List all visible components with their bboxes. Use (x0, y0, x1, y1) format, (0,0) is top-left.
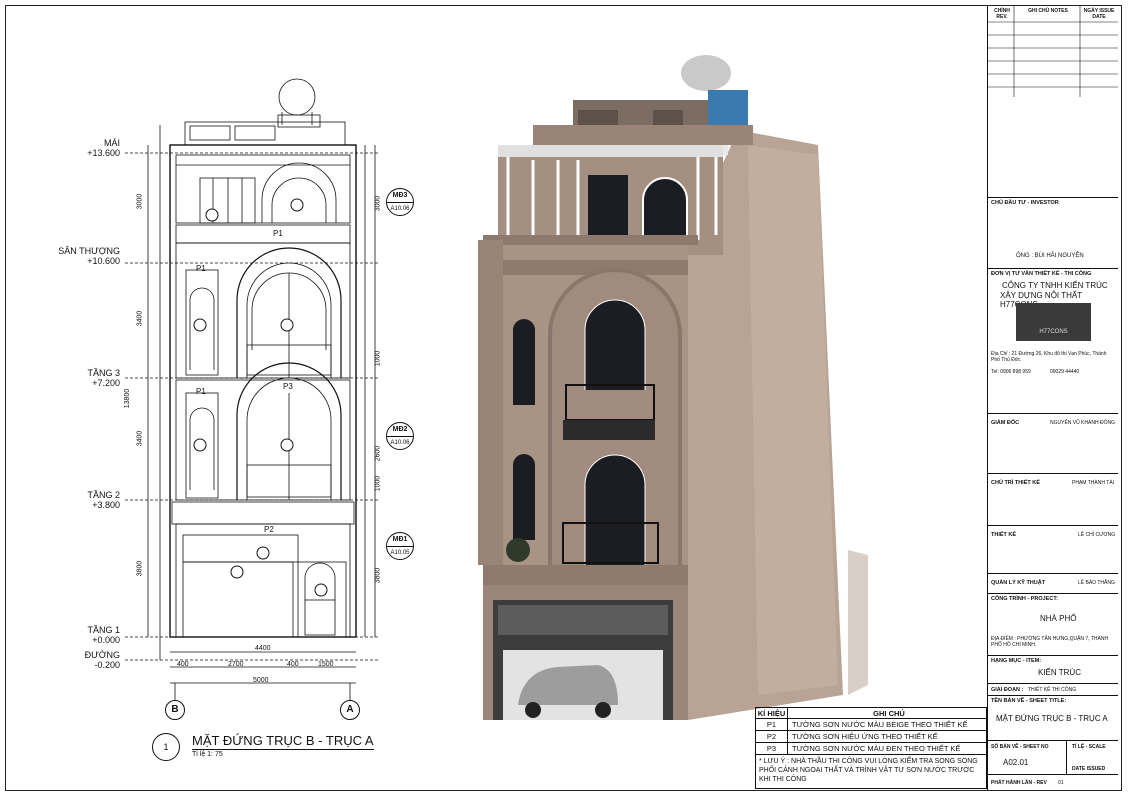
drawing-title: 1 MẶT ĐỨNG TRỤC B - TRỤC A Tỉ lệ 1: 75 (152, 731, 432, 771)
dim-text: 400 (177, 661, 189, 668)
level-label: SÂN THƯỢNG +10.600 (58, 246, 120, 266)
paint-label: P1 (196, 387, 206, 396)
detail-tag: MĐ2 A10.06 (386, 422, 414, 450)
sheet-no-section: SỐ BẢN VẼ - SHEET NO TỈ LỆ - SCALE A02.0… (988, 740, 1118, 775)
investor-section: CHỦ ĐẦU TƯ - INVESTOR ÔNG : BÙI HẢI NGUY… (988, 197, 1118, 261)
paint-label: P2 (264, 525, 274, 534)
legend-note: * LƯU Ý : NHÀ THẦU THI CÔNG VUI LÒNG KIỂ… (759, 758, 978, 783)
facade-render (478, 55, 868, 720)
title-block: CHỈNH REV. GHI CHÚ NOTES NGÀY ISSUE DATE… (987, 5, 1118, 791)
project-section: CÔNG TRÌNH - PROJECT: NHÀ PHỐ ĐỊA ĐIỂM :… (988, 593, 1118, 653)
dim-text: 400 (287, 661, 299, 668)
design-section: THIẾT KẾ LÊ CHÍ CƯƠNG (988, 525, 1118, 573)
designer-section: ĐƠN VỊ TƯ VẤN THIẾT KẾ - THI CÔNG CÔNG T… (988, 268, 1118, 408)
elevation-drawing (125, 78, 380, 700)
dim-text: 3000 (374, 195, 382, 212)
notes-header: GHI CHÚ NOTES (1028, 8, 1068, 14)
phase-section: GIAI ĐOẠN : THIẾT KẾ THI CÔNG (988, 683, 1118, 695)
lead-section: CHỦ TRÌ THIẾT KẾ PHẠM THÀNH TÀI (988, 473, 1118, 525)
view-number: 1 (152, 733, 180, 761)
rev-header: CHỈNH REV. (994, 8, 1010, 20)
level-label: ĐƯỜNG -0.200 (84, 650, 120, 670)
dim-text: 1500 (318, 661, 334, 668)
legend-row: P2 TƯỜNG SƠN HIỆU ỨNG THEO THIẾT KẾ (756, 731, 986, 743)
dim-text: 2600 (374, 445, 382, 462)
item-section: HẠNG MỤC - ITEM: KIẾN TRÚC (988, 655, 1118, 683)
issue-section: PHÁT HÀNH LẦN - REV 01 (988, 774, 1118, 791)
dim-text: 5000 (253, 677, 269, 684)
legend-row: P1 TƯỜNG SƠN NƯỚC MÀU BEIGE THEO THIẾT KẾ (756, 719, 986, 731)
grid-axis-b: B (165, 700, 185, 720)
sheet-title-section: TÊN BẢN VẼ - SHEET TITLE: MẶT ĐỨNG TRỤC … (988, 695, 1118, 740)
detail-tag: MĐ3 A10.06 (386, 188, 414, 216)
director-section: GIÁM ĐỐC NGUYỄN VŨ KHÁNH ĐÔNG (988, 413, 1118, 473)
paint-label: P1 (273, 229, 283, 238)
view-scale: Tỉ lệ 1: 75 (192, 751, 223, 758)
level-label: TẦNG 2 +3.800 (87, 490, 120, 510)
dim-text: 1000 (374, 350, 382, 367)
dim-text: 1000 (374, 475, 382, 492)
dim-text: 13800 (124, 388, 132, 409)
legend-table: KÍ HIỆU GHI CHÚ P1 TƯỜNG SƠN NƯỚC MÀU BEIG… (755, 707, 987, 789)
legend-row: P3 TƯỜNG SƠN NƯỚC MÀU ĐEN THEO THIẾT KẾ (756, 743, 986, 755)
level-label: TẦNG 1 +0.000 (87, 625, 120, 645)
dim-text: 4400 (255, 645, 271, 652)
view-title: MẶT ĐỨNG TRỤC B - TRỤC A (192, 733, 374, 750)
dim-text: 3800 (374, 567, 382, 584)
dim-text: 2700 (228, 661, 244, 668)
paint-label: P3 (283, 382, 293, 391)
dim-text: 3800 (136, 560, 144, 577)
dim-text: 3400 (136, 310, 144, 327)
date-header: NGÀY ISSUE DATE (1083, 8, 1115, 20)
tech-section: QUẢN LÝ KỸ THUẬT LÊ BẢO THẮNG (988, 573, 1118, 593)
dim-text: 3400 (136, 430, 144, 447)
legend-header-note: GHI CHÚ (873, 709, 905, 718)
dim-text: 3000 (136, 193, 144, 210)
company-logo: H77CONS (1016, 303, 1091, 341)
detail-tag: MĐ1 A10.05 (386, 532, 414, 560)
legend-header-code: KÍ HIỆU (756, 708, 788, 718)
level-label: TẦNG 3 +7.200 (87, 368, 120, 388)
level-label: MÁI +13.600 (87, 138, 120, 158)
paint-label: P1 (196, 264, 206, 273)
drawing-sheet: MÁI +13.600 SÂN THƯỢNG +10.600 TẦNG 3 +7.20… (0, 0, 1128, 795)
grid-axis-a: A (340, 700, 360, 720)
